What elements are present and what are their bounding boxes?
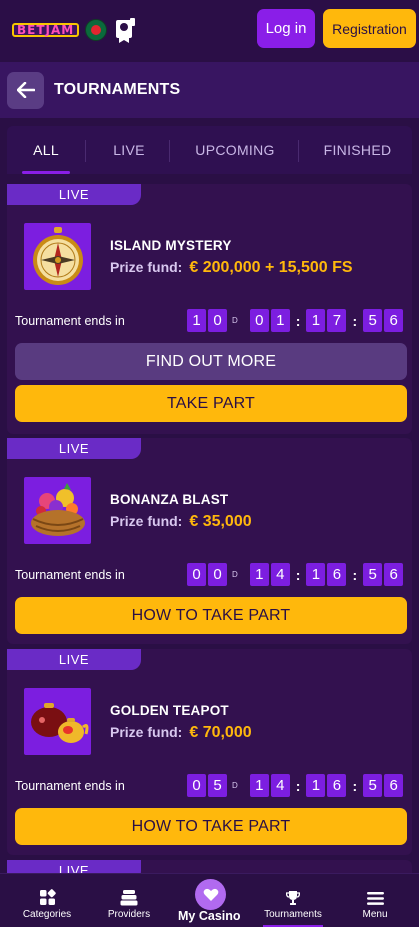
back-button[interactable] <box>7 71 44 109</box>
countdown-timer: 0 0 D 1 4 : 1 6 : 5 6 <box>187 563 405 586</box>
take-part-button[interactable]: TAKE PART <box>15 385 407 422</box>
status-badge: LIVE <box>7 649 141 670</box>
status-badge: LIVE <box>7 438 141 459</box>
timer-digit: 1 <box>249 563 269 586</box>
timer-digit: 5 <box>363 774 383 797</box>
hamburger-icon <box>366 892 384 905</box>
tab-divider <box>85 140 86 162</box>
tab-upcoming[interactable]: UPCOMING <box>174 126 296 174</box>
fruit-basket-icon[interactable] <box>24 477 91 544</box>
timer-digit: 1 <box>306 774 326 797</box>
status-badge: LIVE <box>7 184 141 205</box>
prize-row: Prize fund: € 70,000 <box>110 724 252 742</box>
timer-colon: : <box>295 777 301 794</box>
timer-colon: : <box>352 777 358 794</box>
nav-menu[interactable]: Menu <box>340 874 410 927</box>
my-casino-button[interactable] <box>195 879 226 910</box>
nav-categories[interactable]: Categories <box>10 874 84 927</box>
top-header: BETJAM Log in Registration <box>0 0 419 60</box>
timer-digit: 0 <box>187 563 206 586</box>
timer-digit: 7 <box>327 309 347 332</box>
timer-digit: 0 <box>208 309 227 332</box>
my-casino-label[interactable]: My Casino <box>178 909 241 923</box>
prize-row: Prize fund: € 35,000 <box>110 513 252 531</box>
prize-label: Prize fund: <box>110 513 183 529</box>
timer-digit: 5 <box>208 774 227 797</box>
timer-digit: 1 <box>306 309 326 332</box>
countdown-timer: 1 0 D 0 1 : 1 7 : 5 6 <box>187 309 405 332</box>
tournament-tabs: ALL LIVE UPCOMING FINISHED <box>7 126 412 174</box>
timer-digit: 6 <box>327 774 347 797</box>
ends-label: Tournament ends in <box>15 779 125 793</box>
tab-all[interactable]: ALL <box>12 126 80 174</box>
tab-divider <box>298 140 299 162</box>
timer-digit: 6 <box>384 563 404 586</box>
timer-digit: 4 <box>270 563 290 586</box>
tournament-card: LIVE BONANZA BLAST Prize fund: € 35,000 … <box>7 438 412 644</box>
nav-label: Menu <box>362 909 388 920</box>
timer-digit: 6 <box>384 774 404 797</box>
page-title: TOURNAMENTS <box>54 81 181 98</box>
prize-label: Prize fund: <box>110 259 183 275</box>
teapot-icon[interactable] <box>24 688 91 755</box>
tournament-name: ISLAND MYSTERY <box>110 238 232 253</box>
bangladesh-flag-icon[interactable] <box>85 19 108 41</box>
timer-colon: : <box>352 312 358 329</box>
stack-icon <box>120 890 138 906</box>
nav-providers[interactable]: Providers <box>92 874 166 927</box>
timer-digit: 1 <box>187 309 206 332</box>
tab-divider <box>169 140 170 162</box>
grid-icon <box>39 889 56 905</box>
day-unit: D <box>232 570 238 579</box>
title-bar: TOURNAMENTS <box>0 62 419 118</box>
ends-label: Tournament ends in <box>15 314 125 328</box>
registration-button[interactable]: Registration <box>323 9 416 48</box>
day-unit: D <box>232 781 238 790</box>
tournament-card: LIVE GOLDEN TEAPOT Prize fund: € 70,000 … <box>7 649 412 855</box>
timer-digit: 1 <box>249 774 269 797</box>
prize-value: € 70,000 <box>189 724 252 741</box>
timer-digit: 5 <box>363 309 383 332</box>
countdown-timer: 0 5 D 1 4 : 1 6 : 5 6 <box>187 774 405 797</box>
prize-row: Prize fund: € 200,000 + 15,500 FS <box>110 259 353 277</box>
how-to-take-part-button[interactable]: HOW TO TAKE PART <box>15 808 407 845</box>
nav-active-indicator <box>255 874 331 927</box>
timer-colon: : <box>352 566 358 583</box>
tournament-name: BONANZA BLAST <box>110 492 229 507</box>
tab-finished[interactable]: FINISHED <box>303 126 412 174</box>
timer-digit: 1 <box>270 309 290 332</box>
betjam-logo[interactable]: BETJAM <box>12 23 80 37</box>
nav-label: Providers <box>107 909 151 920</box>
day-unit: D <box>232 316 238 325</box>
heart-icon <box>203 888 218 901</box>
compass-icon[interactable] <box>24 223 91 290</box>
timer-digit: 0 <box>187 774 206 797</box>
tab-live[interactable]: LIVE <box>90 126 168 174</box>
timer-colon: : <box>295 312 301 329</box>
nav-label: Categories <box>22 909 72 920</box>
tournament-card: LIVE ISLAND MYSTERY Prize fund: € 200,00… <box>7 184 412 434</box>
timer-digit: 6 <box>384 309 404 332</box>
login-button[interactable]: Log in <box>257 9 315 48</box>
prize-value: € 200,000 + 15,500 FS <box>189 259 353 276</box>
timer-digit: 0 <box>249 309 269 332</box>
timer-digit: 1 <box>306 563 326 586</box>
timer-digit: 5 <box>363 563 383 586</box>
prize-label: Prize fund: <box>110 724 183 740</box>
reward-badge-icon[interactable] <box>113 16 137 44</box>
arrow-left-icon <box>16 82 35 98</box>
how-to-take-part-button[interactable]: HOW TO TAKE PART <box>15 597 407 634</box>
timer-digit: 4 <box>270 774 290 797</box>
prize-value: € 35,000 <box>189 513 252 530</box>
find-out-more-button[interactable]: FIND OUT MORE <box>15 343 407 380</box>
timer-digit: 0 <box>208 563 227 586</box>
timer-colon: : <box>295 566 301 583</box>
ends-label: Tournament ends in <box>15 568 125 582</box>
timer-digit: 6 <box>327 563 347 586</box>
tournament-name: GOLDEN TEAPOT <box>110 703 229 718</box>
